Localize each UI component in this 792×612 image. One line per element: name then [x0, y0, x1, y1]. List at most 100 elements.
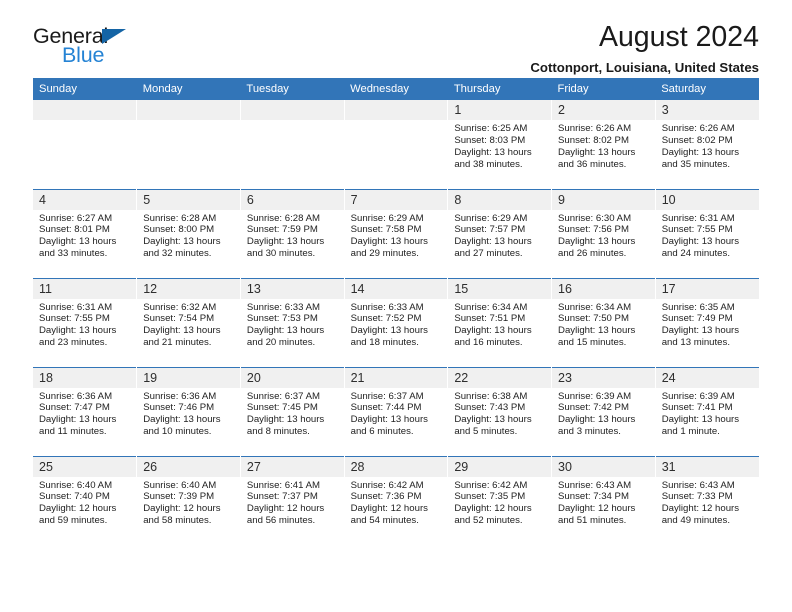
daylight-duration-line2: and 49 minutes.	[661, 515, 730, 527]
daylight-duration-line2: and 54 minutes.	[350, 515, 419, 527]
calendar-day-cell[interactable]: 17 Sunrise: 6:35 AM Sunset: 7:49 PM Dayligh…	[655, 277, 759, 367]
calendar-day-cell[interactable]: 25 Sunrise: 6:40 AM Sunset: 7:40 PM Dayligh…	[33, 455, 138, 545]
calendar-day-cell[interactable]: 3 Sunrise: 6:26 AM Sunset: 8:02 PM Daylight…	[655, 100, 759, 189]
sunset-time: Sunset: 7:46 PM	[143, 402, 215, 414]
sunrise-time: Sunrise: 6:27 AM	[39, 212, 113, 224]
sunrise-time: Sunrise: 6:37 AM	[350, 390, 424, 402]
weekday-header-sunday: Sunday	[33, 78, 137, 100]
sunrise-time: Sunrise: 6:26 AM	[558, 123, 632, 134]
day-number: 16	[552, 278, 655, 299]
calendar-day-cell[interactable]: 31 Sunrise: 6:43 AM Sunset: 7:33 PM Dayligh…	[655, 455, 759, 545]
daylight-duration-line1: Daylight: 13 hours	[558, 236, 636, 248]
calendar-header-row: Sunday Monday Tuesday Wednesday Thursday…	[33, 78, 759, 100]
calendar-week-row: 25 Sunrise: 6:40 AM Sunset: 7:40 PM Dayligh…	[33, 455, 759, 545]
daylight-duration-line2: and 51 minutes.	[558, 515, 627, 527]
sunrise-time: Sunrise: 6:35 AM	[661, 301, 735, 313]
calendar-day-cell[interactable]: 14 Sunrise: 6:33 AM Sunset: 7:52 PM Dayligh…	[344, 277, 449, 367]
day-number	[137, 100, 240, 120]
calendar-day-cell[interactable]: 1 Sunrise: 6:25 AM Sunset: 8:03 PM Daylight…	[447, 100, 553, 189]
day-number: 1	[448, 100, 552, 120]
calendar-day-cell[interactable]: 4 Sunrise: 6:27 AM Sunset: 8:01 PM Daylight…	[33, 188, 138, 278]
general-blue-logo[interactable]: General Blue	[33, 25, 183, 74]
day-number: 27	[240, 456, 344, 477]
day-details: Sunrise: 6:40 AM Sunset: 7:40 PM Daylight:…	[33, 477, 136, 528]
calendar-day-cell[interactable]: 2 Sunrise: 6:26 AM Sunset: 8:02 PM Daylight…	[551, 100, 656, 189]
sunrise-time: Sunrise: 6:40 AM	[143, 479, 217, 491]
calendar-day-cell[interactable]: 18 Sunrise: 6:36 AM Sunset: 7:47 PM Dayligh…	[33, 366, 138, 456]
day-details: Sunrise: 6:42 AM Sunset: 7:36 PM Daylight:…	[345, 477, 448, 528]
day-details: Sunrise: 6:43 AM Sunset: 7:34 PM Daylight:…	[552, 477, 655, 528]
sunrise-time: Sunrise: 6:37 AM	[246, 390, 320, 402]
sunset-time: Sunset: 7:41 PM	[661, 402, 733, 414]
calendar-day-cell[interactable]: 6 Sunrise: 6:28 AM Sunset: 7:59 PM Daylight…	[240, 188, 345, 278]
daylight-duration-line2: and 56 minutes.	[246, 515, 316, 527]
daylight-duration-line1: Daylight: 13 hours	[558, 325, 636, 337]
calendar-day-cell[interactable]: 30 Sunrise: 6:43 AM Sunset: 7:34 PM Dayligh…	[551, 455, 656, 545]
daylight-duration-line2: and 21 minutes.	[143, 337, 212, 349]
sunset-time: Sunset: 7:55 PM	[39, 313, 110, 325]
sunrise-time: Sunrise: 6:33 AM	[350, 301, 424, 313]
calendar-day-cell[interactable]: 11 Sunrise: 6:31 AM Sunset: 7:55 PM Dayligh…	[33, 277, 138, 367]
day-details: Sunrise: 6:28 AM Sunset: 8:00 PM Daylight:…	[137, 210, 240, 261]
day-number: 23	[552, 367, 655, 388]
calendar-day-cell[interactable]: 28 Sunrise: 6:42 AM Sunset: 7:36 PM Dayligh…	[344, 455, 449, 545]
sunrise-time: Sunrise: 6:43 AM	[661, 479, 735, 491]
day-number	[240, 100, 344, 120]
weekday-header-thursday: Thursday	[447, 78, 552, 100]
calendar-day-cell[interactable]: 22 Sunrise: 6:38 AM Sunset: 7:43 PM Dayligh…	[447, 366, 553, 456]
calendar-day-cell[interactable]: 5 Sunrise: 6:28 AM Sunset: 8:00 PM Daylight…	[136, 188, 241, 278]
calendar-day-cell[interactable]: 23 Sunrise: 6:39 AM Sunset: 7:42 PM Dayligh…	[551, 366, 656, 456]
sunset-time: Sunset: 7:45 PM	[246, 402, 318, 414]
calendar-day-cell[interactable]: 9 Sunrise: 6:30 AM Sunset: 7:56 PM Daylight…	[551, 188, 656, 278]
daylight-duration-line1: Daylight: 13 hours	[143, 414, 221, 426]
weekday-header-wednesday: Wednesday	[344, 78, 448, 100]
calendar-day-cell[interactable]: 7 Sunrise: 6:29 AM Sunset: 7:58 PM Daylight…	[344, 188, 449, 278]
calendar-day-cell[interactable]: 13 Sunrise: 6:33 AM Sunset: 7:53 PM Dayligh…	[240, 277, 345, 367]
daylight-duration-line2: and 30 minutes.	[246, 248, 316, 260]
daylight-duration-line1: Daylight: 13 hours	[350, 236, 428, 248]
day-number: 10	[655, 189, 759, 210]
day-details: Sunrise: 6:40 AM Sunset: 7:39 PM Daylight:…	[137, 477, 240, 528]
sunrise-time: Sunrise: 6:28 AM	[246, 212, 320, 224]
daylight-duration-line1: Daylight: 13 hours	[246, 325, 325, 337]
calendar-day-cell[interactable]: 26 Sunrise: 6:40 AM Sunset: 7:39 PM Dayligh…	[136, 455, 241, 545]
sunrise-time: Sunrise: 6:34 AM	[454, 301, 528, 313]
calendar-day-cell[interactable]: 29 Sunrise: 6:42 AM Sunset: 7:35 PM Dayligh…	[447, 455, 553, 545]
calendar-day-cell[interactable]: 8 Sunrise: 6:29 AM Sunset: 7:57 PM Daylight…	[447, 188, 553, 278]
day-details: Sunrise: 6:37 AM Sunset: 7:45 PM Daylight:…	[241, 388, 344, 439]
daylight-duration-line2: and 58 minutes.	[143, 515, 212, 527]
calendar-day-cell[interactable]: 19 Sunrise: 6:36 AM Sunset: 7:46 PM Dayligh…	[136, 366, 241, 456]
day-number: 7	[344, 189, 448, 210]
calendar-day-cell[interactable]: 12 Sunrise: 6:32 AM Sunset: 7:54 PM Dayligh…	[136, 277, 241, 367]
calendar-day-cell[interactable]: 20 Sunrise: 6:37 AM Sunset: 7:45 PM Dayligh…	[240, 366, 345, 456]
calendar-day-cell[interactable]: 16 Sunrise: 6:34 AM Sunset: 7:50 PM Dayligh…	[551, 277, 656, 367]
daylight-duration-line2: and 16 minutes.	[454, 337, 523, 349]
day-details: Sunrise: 6:29 AM Sunset: 7:58 PM Daylight:…	[345, 210, 448, 261]
calendar-cell-empty	[344, 100, 449, 189]
day-number	[344, 100, 448, 120]
daylight-duration-line1: Daylight: 13 hours	[39, 236, 117, 248]
calendar-day-cell[interactable]: 24 Sunrise: 6:39 AM Sunset: 7:41 PM Dayligh…	[655, 366, 759, 456]
calendar-day-cell[interactable]: 10 Sunrise: 6:31 AM Sunset: 7:55 PM Dayligh…	[655, 188, 759, 278]
calendar-day-cell[interactable]: 15 Sunrise: 6:34 AM Sunset: 7:51 PM Dayligh…	[447, 277, 553, 367]
day-number: 30	[552, 456, 655, 477]
daylight-duration-line1: Daylight: 13 hours	[661, 146, 740, 158]
daylight-duration-line2: and 18 minutes.	[350, 337, 419, 349]
sunset-time: Sunset: 7:42 PM	[558, 402, 629, 414]
page-header: General Blue August 2024 Cottonport, Lou…	[33, 0, 759, 78]
calendar-day-cell[interactable]: 27 Sunrise: 6:41 AM Sunset: 7:37 PM Dayligh…	[240, 455, 345, 545]
sunset-time: Sunset: 7:51 PM	[454, 313, 526, 325]
daylight-duration-line1: Daylight: 13 hours	[558, 414, 636, 426]
sunrise-time: Sunrise: 6:32 AM	[143, 301, 217, 313]
sunrise-time: Sunrise: 6:29 AM	[454, 212, 528, 224]
daylight-duration-line1: Daylight: 13 hours	[39, 325, 117, 337]
day-number: 9	[552, 189, 655, 210]
day-number: 17	[655, 278, 759, 299]
sunset-time: Sunset: 7:37 PM	[246, 491, 318, 503]
day-number: 3	[655, 100, 759, 120]
daylight-duration-line2: and 5 minutes.	[454, 426, 518, 438]
sunrise-time: Sunrise: 6:25 AM	[454, 123, 528, 134]
sunrise-time: Sunrise: 6:36 AM	[39, 390, 113, 402]
calendar-day-cell[interactable]: 21 Sunrise: 6:37 AM Sunset: 7:44 PM Dayligh…	[344, 366, 449, 456]
day-details: Sunrise: 6:39 AM Sunset: 7:42 PM Daylight:…	[552, 388, 655, 439]
